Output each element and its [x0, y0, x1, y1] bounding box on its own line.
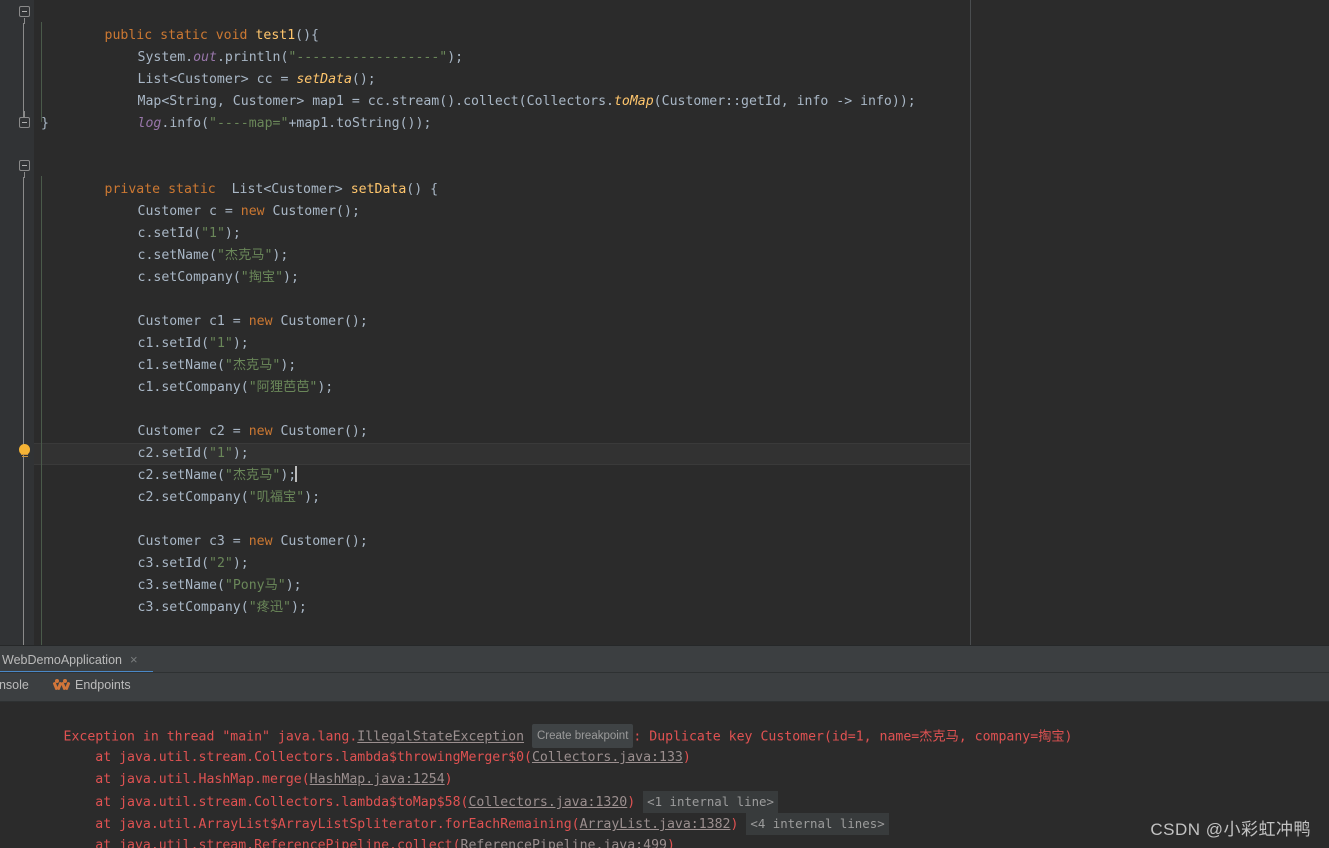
subtab-endpoints-label: Endpoints [75, 678, 131, 692]
ide-window: public static void test1(){ System.out.p… [0, 0, 1329, 848]
internal-lines-badge[interactable]: <4 internal lines> [746, 813, 889, 835]
console-line-stack: at java.util.stream.Collectors.lambda$th… [0, 725, 691, 765]
run-tool-window: WebDemoApplication × onsole Endpoints [0, 645, 1329, 848]
exception-message: : Duplicate key Customer(id=1, name=杰克马,… [633, 729, 1073, 745]
close-icon[interactable]: × [130, 653, 138, 666]
stack-suffix: ) [682, 750, 691, 765]
subtab-console[interactable]: onsole [0, 678, 29, 692]
code-content[interactable]: public static void test1(){ System.out.p… [0, 0, 970, 645]
stack-suffix: ) [666, 838, 675, 848]
tab-label: WebDemoApplication [2, 652, 122, 667]
endpoints-icon [52, 678, 71, 692]
console-line-exception: Exception in thread "main" java.lang.Ill… [0, 702, 1073, 748]
console-line-stack: at java.util.HashMap.merge(HashMap.java:… [0, 747, 452, 787]
stack-link[interactable]: ReferencePipeline.java:499 [461, 838, 667, 848]
stack-link[interactable]: Collectors.java:133 [532, 750, 683, 765]
run-tab-bar: WebDemoApplication × [0, 646, 1329, 674]
console-line-stack: at java.util.ArrayList$ArrayListSplitera… [0, 791, 889, 835]
subtab-console-label: onsole [0, 678, 29, 692]
console-line-stack: at java.util.stream.ReferencePipeline.co… [0, 813, 675, 848]
subtab-endpoints[interactable]: Endpoints [52, 678, 131, 692]
console-output[interactable]: Exception in thread "main" java.lang.Ill… [0, 702, 1329, 848]
stack-text: at java.util.stream.ReferencePipeline.co… [63, 838, 461, 848]
tab-webdemoapplication[interactable]: WebDemoApplication × [0, 646, 148, 673]
code-editor[interactable]: public static void test1(){ System.out.p… [0, 0, 1329, 645]
editor-right-separator [970, 0, 971, 645]
csdn-watermark: CSDN @小彩虹冲鸭 [1150, 820, 1311, 839]
run-subtab-bar: onsole Endpoints [0, 673, 1329, 701]
console-line-stack: at java.util.stream.Collectors.lambda$to… [0, 769, 778, 813]
